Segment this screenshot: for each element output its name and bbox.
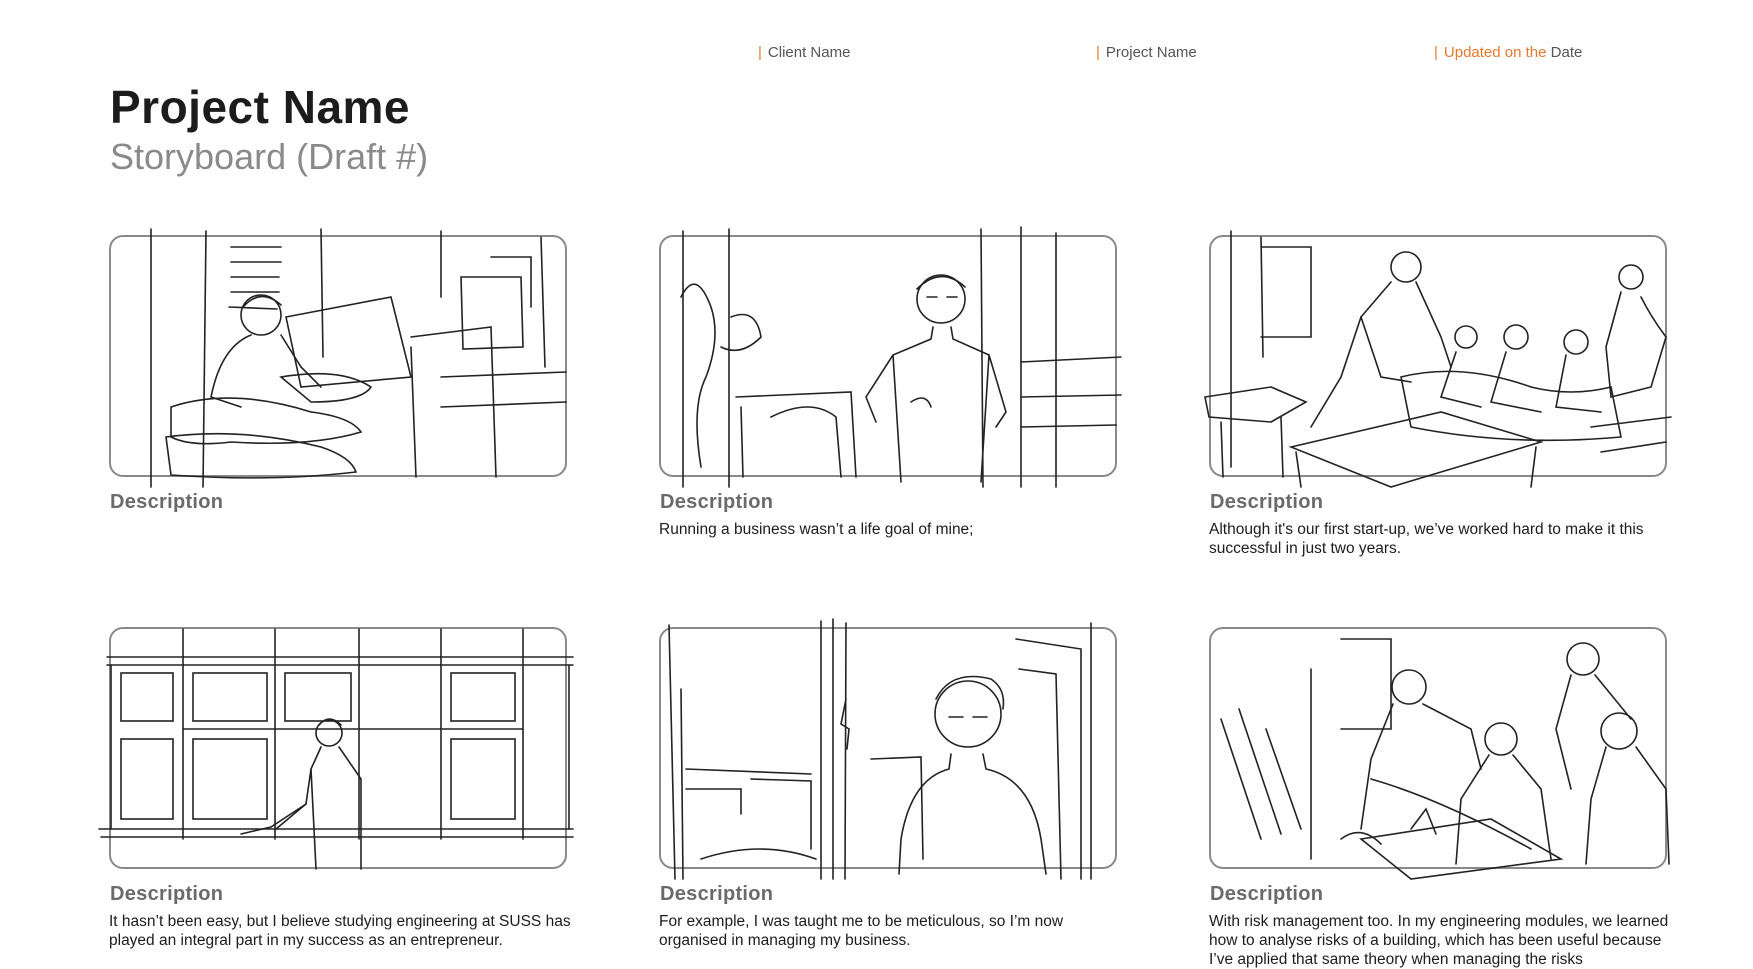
client-name-label: | Client Name [758,44,851,61]
sketch-frame-4 [98,627,574,870]
sketch-man-by-window-grid-icon [98,628,574,870]
sketch-frame-6 [1209,627,1670,880]
sketch-man-portrait-by-door-icon [668,618,1092,880]
storyboard-panel-1: Description [109,228,567,520]
sketch-frame-5 [659,618,1117,880]
storyboard-panel-3: Description Although it's our first star… [1204,230,1672,558]
sketch-person-with-fabric-pile-icon [150,228,567,488]
storyboard-panel-4: Description It hasn’t been easy, but I b… [98,627,574,950]
orange-bar-icon: | [1434,44,1438,61]
sketch-team-meeting-icon [1220,638,1670,880]
panel-3-text: Although it's our first start-up, we’ve … [1209,521,1644,557]
panel-4-text: It hasn’t been easy, but I believe study… [109,913,571,949]
panel-2-heading: Description [660,491,774,513]
panel-6-heading: Description [1210,883,1324,905]
panel-1-heading: Description [110,491,224,513]
orange-bar-icon: | [758,44,762,61]
sketch-frame-1 [109,228,567,488]
panel-5-text: For example, I was taught me to be metic… [659,913,1064,949]
sketch-frame-3 [1204,230,1672,488]
project-name-label: | Project Name [1096,44,1197,61]
panel-2-text: Running a business wasn’t a life goal of… [659,521,974,538]
panel-6-text: With risk management too. In my engineer… [1209,913,1669,968]
sketch-man-standing-in-room-icon [680,226,1122,488]
storyboard-panel-6: Description With risk management too. In… [1209,627,1670,969]
storyboard-panel-2: Description Running a business wasn’t a … [659,226,1122,539]
sketch-frame-2 [659,226,1122,488]
page-title: Project Name [110,81,411,133]
updated-date-label: | Updated on the Date [1434,44,1583,61]
panel-4-heading: Description [110,883,224,905]
orange-bar-icon: | [1096,44,1100,61]
storyboard-panel-5: Description For example, I was taught me… [659,618,1117,950]
sketch-group-in-lounge-icon [1204,230,1672,488]
panel-5-heading: Description [660,883,774,905]
panel-3-heading: Description [1210,491,1324,513]
page-subtitle: Storyboard (Draft #) [110,136,429,177]
